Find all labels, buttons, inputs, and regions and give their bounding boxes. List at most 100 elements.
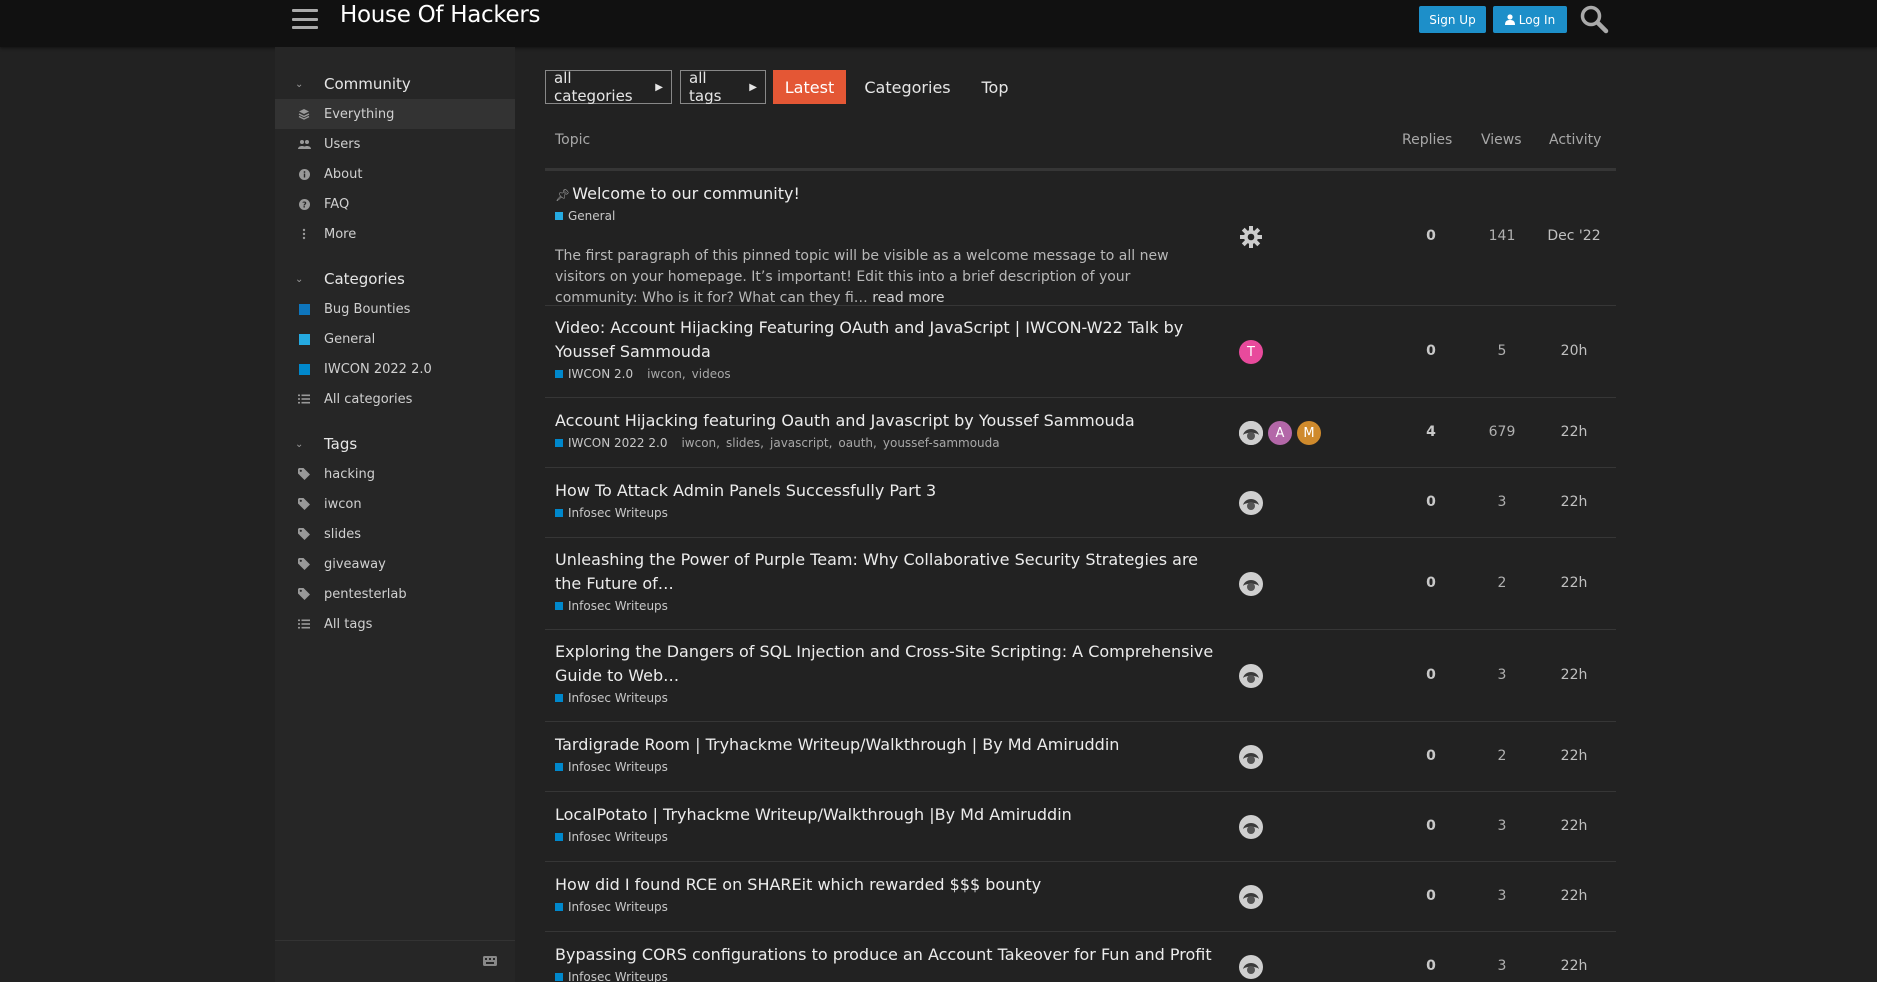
sidebar-item-all-categories[interactable]: All categories — [275, 384, 515, 414]
replies-count: 0 — [1426, 228, 1436, 244]
tag-link[interactable]: slides — [726, 436, 760, 450]
sidebar-item-label: giveaway — [324, 556, 386, 572]
category-color-badge — [555, 763, 563, 771]
column-header-topic[interactable]: Topic — [555, 132, 590, 148]
question-icon: ? — [297, 198, 311, 210]
tag-link[interactable]: iwcon — [681, 436, 716, 450]
avatar[interactable] — [1239, 664, 1263, 688]
activity-time[interactable]: Dec '22 — [1545, 228, 1603, 244]
category-link[interactable]: IWCON 2022 2.0 — [568, 436, 667, 450]
sidebar-item-label: FAQ — [324, 196, 350, 212]
tab-latest[interactable]: Latest — [773, 70, 846, 104]
category-link[interactable]: Infosec Writeups — [568, 970, 668, 982]
sign-up-button[interactable]: Sign Up — [1419, 6, 1486, 33]
sidebar-item-more[interactable]: More — [275, 219, 515, 249]
all-tags-dropdown[interactable]: all tags ▶ — [680, 69, 766, 105]
topic-title-link[interactable]: Account Hijacking featuring Oauth and Ja… — [555, 409, 1215, 433]
topic-meta: IWCON 2.0 iwcon, videos — [555, 367, 731, 381]
topic-title-link[interactable]: Exploring the Dangers of SQL Injection a… — [555, 640, 1215, 688]
replies-count: 0 — [1426, 667, 1436, 683]
sidebar-item-tag-slides[interactable]: slides — [275, 519, 515, 549]
topic-meta: General — [555, 209, 629, 223]
avatar[interactable] — [1239, 815, 1263, 839]
keyboard-icon[interactable] — [483, 951, 497, 966]
category-color-badge — [555, 370, 563, 378]
sidebar-section-tags[interactable]: ⌄ Tags — [275, 432, 515, 456]
category-link[interactable]: Infosec Writeups — [568, 830, 668, 844]
avatar[interactable] — [1239, 491, 1263, 515]
sidebar-item-tag-giveaway[interactable]: giveaway — [275, 549, 515, 579]
sidebar-item-users[interactable]: Users — [275, 129, 515, 159]
tag-link[interactable]: iwcon — [647, 367, 682, 381]
sidebar-item-all-tags[interactable]: All tags — [275, 609, 515, 639]
activity-time[interactable]: 22h — [1545, 958, 1603, 974]
users-icon — [297, 139, 311, 149]
column-header-views[interactable]: Views — [1481, 132, 1522, 148]
search-icon[interactable] — [1579, 4, 1609, 34]
category-link[interactable]: Infosec Writeups — [568, 691, 668, 705]
poster-avatars: A M — [1239, 421, 1321, 445]
topic-title-link[interactable]: How To Attack Admin Panels Successfully … — [555, 479, 1215, 503]
avatar[interactable]: A — [1268, 421, 1292, 445]
category-color-badge — [555, 903, 563, 911]
activity-time[interactable]: 22h — [1545, 818, 1603, 834]
category-color-badge — [555, 973, 563, 981]
table-row: How did I found RCE on SHAREit which rew… — [545, 863, 1616, 932]
category-link[interactable]: Infosec Writeups — [568, 599, 668, 613]
sidebar-section-categories[interactable]: ⌄ Categories — [275, 267, 515, 291]
sidebar-item-faq[interactable]: ? FAQ — [275, 189, 515, 219]
activity-time[interactable]: 22h — [1545, 667, 1603, 683]
avatar[interactable] — [1239, 885, 1263, 909]
sidebar-item-iwcon-2022[interactable]: IWCON 2022 2.0 — [275, 354, 515, 384]
sidebar-item-general[interactable]: General — [275, 324, 515, 354]
site-title[interactable]: House Of Hackers — [340, 2, 541, 28]
column-header-replies[interactable]: Replies — [1402, 132, 1452, 148]
sidebar-item-about[interactable]: About — [275, 159, 515, 189]
gear-icon[interactable] — [1239, 225, 1263, 249]
activity-time[interactable]: 22h — [1545, 494, 1603, 510]
topic-title-link[interactable]: Tardigrade Room | Tryhackme Writeup/Walk… — [555, 733, 1215, 757]
read-more-link[interactable]: read more — [872, 290, 944, 306]
topic-title-link[interactable]: LocalPotato | Tryhackme Writeup/Walkthro… — [555, 803, 1215, 827]
topic-title-link[interactable]: Bypassing CORS configurations to produce… — [555, 943, 1215, 967]
tab-categories[interactable]: Categories — [855, 70, 960, 104]
sidebar-item-tag-hacking[interactable]: hacking — [275, 459, 515, 489]
sidebar-section-community[interactable]: ⌄ Community — [275, 72, 515, 96]
tab-top[interactable]: Top — [971, 70, 1019, 104]
avatar[interactable] — [1239, 421, 1263, 445]
sidebar-item-tag-iwcon[interactable]: iwcon — [275, 489, 515, 519]
tag-link[interactable]: javascript — [770, 436, 829, 450]
category-link[interactable]: General — [568, 209, 615, 223]
avatar[interactable]: M — [1297, 421, 1321, 445]
column-header-activity[interactable]: Activity — [1549, 132, 1601, 148]
excerpt-text: The first paragraph of this pinned topic… — [555, 248, 1169, 306]
activity-time[interactable]: 22h — [1545, 424, 1603, 440]
category-link[interactable]: Infosec Writeups — [568, 506, 668, 520]
avatar[interactable] — [1239, 745, 1263, 769]
sidebar-item-tag-pentesterlab[interactable]: pentesterlab — [275, 579, 515, 609]
category-link[interactable]: IWCON 2.0 — [568, 367, 633, 381]
activity-time[interactable]: 22h — [1545, 888, 1603, 904]
category-link[interactable]: Infosec Writeups — [568, 900, 668, 914]
tag-link[interactable]: videos — [692, 367, 731, 381]
sidebar-item-everything[interactable]: Everything — [275, 99, 515, 129]
all-categories-dropdown[interactable]: all categories ▶ — [545, 69, 672, 105]
activity-time[interactable]: 20h — [1545, 343, 1603, 359]
topic-title-link[interactable]: 📌︎ Welcome to our community! — [555, 182, 1215, 207]
topic-meta: Infosec Writeups — [555, 970, 682, 982]
sidebar-item-bug-bounties[interactable]: Bug Bounties — [275, 294, 515, 324]
topic-meta: Infosec Writeups — [555, 760, 682, 774]
avatar[interactable] — [1239, 955, 1263, 979]
topic-title-link[interactable]: Unleashing the Power of Purple Team: Why… — [555, 548, 1215, 596]
log-in-button[interactable]: Log In — [1493, 6, 1567, 33]
category-link[interactable]: Infosec Writeups — [568, 760, 668, 774]
tag-link[interactable]: oauth — [838, 436, 873, 450]
activity-time[interactable]: 22h — [1545, 748, 1603, 764]
topic-title-link[interactable]: Video: Account Hijacking Featuring OAuth… — [555, 316, 1215, 364]
avatar[interactable]: T — [1239, 340, 1263, 364]
avatar[interactable] — [1239, 572, 1263, 596]
activity-time[interactable]: 22h — [1545, 575, 1603, 591]
topic-title-link[interactable]: How did I found RCE on SHAREit which rew… — [555, 873, 1215, 897]
tag-link[interactable]: youssef-sammouda — [883, 436, 1000, 450]
hamburger-menu-icon[interactable] — [292, 6, 318, 32]
